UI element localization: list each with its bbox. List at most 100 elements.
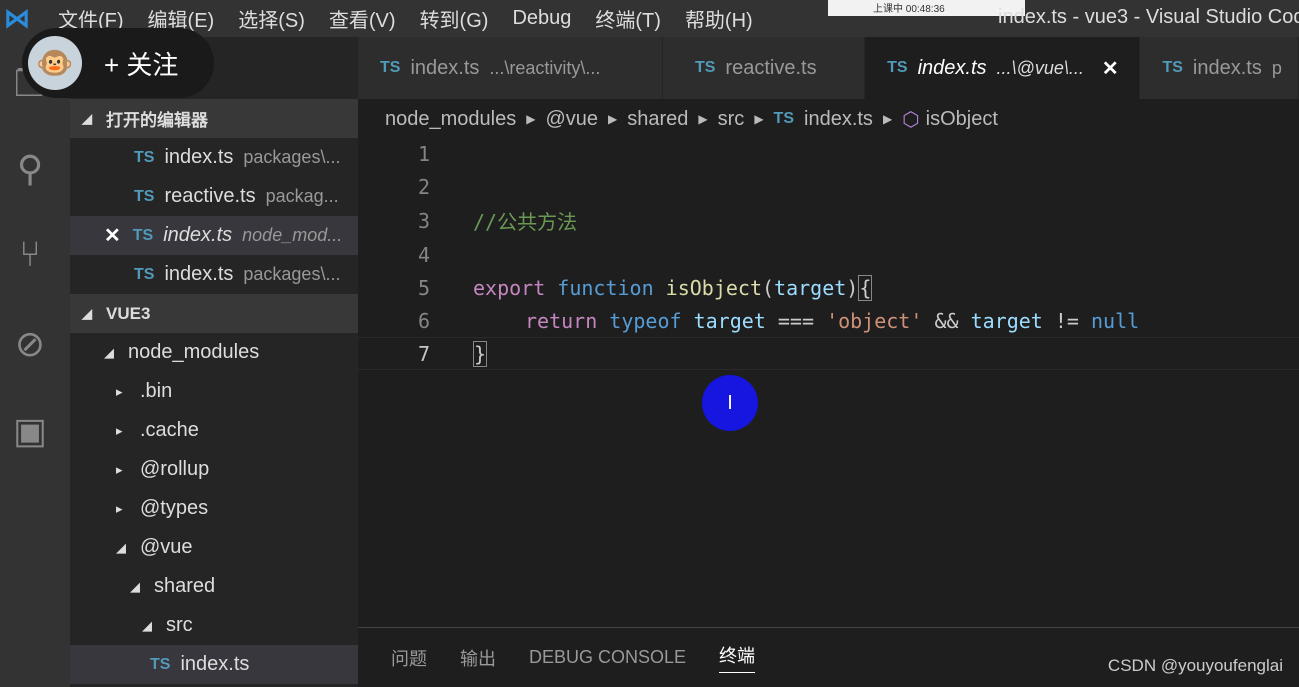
token: return <box>525 308 598 333</box>
breadcrumb-item[interactable]: shared <box>627 108 688 131</box>
line-number: 3 <box>417 208 430 233</box>
tab-reactive[interactable]: TS reactive.ts <box>662 37 866 99</box>
tab-index-other[interactable]: TS index.ts p <box>1140 37 1299 99</box>
code-line: 5 export function isObject(target){ <box>358 271 1299 304</box>
tab-path: ...\reactivity\... <box>489 57 601 78</box>
token: function <box>557 275 654 300</box>
file-name: reactive.ts <box>164 185 256 207</box>
ts-file-icon: TS <box>132 226 154 244</box>
tab-label: index.ts <box>410 56 480 79</box>
tree-file-active[interactable]: TS index.ts <box>70 645 358 684</box>
recording-indicator: 上课中 00:48:36 <box>828 0 1025 16</box>
breadcrumb-item[interactable]: @vue <box>545 108 598 131</box>
follow-label: + 关注 <box>104 49 179 80</box>
watermark: CSDN @youyoufenglai <box>1107 656 1283 675</box>
breadcrumb-item[interactable]: isObject <box>926 108 998 131</box>
ts-file-icon: TS <box>773 110 794 127</box>
explorer-sidebar: EXPLORER ◢打开的编辑器 TSindex.tspackages\... … <box>70 37 358 687</box>
ts-file-icon: TS <box>887 59 908 76</box>
tab-label: index.ts <box>917 56 987 79</box>
menu-go[interactable]: 转到(G) <box>420 4 489 33</box>
tree-folder[interactable]: ◢ @vue <box>70 528 358 567</box>
folder-name: @vue <box>140 536 193 558</box>
breadcrumb-item[interactable]: src <box>718 108 745 131</box>
code-line: 1 <box>358 137 1299 170</box>
close-icon[interactable]: ✕ <box>1102 56 1119 81</box>
token: && <box>934 308 959 333</box>
open-editor-item-active[interactable]: ✕ TS index.ts node_mod... <box>70 216 358 255</box>
section-label: 打开的编辑器 <box>106 111 208 130</box>
token: === <box>777 308 815 333</box>
avatar: 🐵 <box>28 36 82 90</box>
tab-path: p <box>1271 57 1282 78</box>
expand-icon: ◢ <box>116 539 126 555</box>
panel-tab-debug-console[interactable]: DEBUG CONSOLE <box>529 647 686 668</box>
code-line: 2 <box>358 170 1299 203</box>
tree-folder[interactable]: ◢ src <box>70 606 358 645</box>
folder-name: .cache <box>140 419 199 441</box>
token: typeof <box>609 308 682 333</box>
panel-tab-terminal[interactable]: 终端 <box>719 642 756 673</box>
tab-path: ...\@vue\... <box>996 57 1084 78</box>
section-label: VUE3 <box>106 303 151 323</box>
file-name: index.ts <box>180 653 250 675</box>
menu-terminal[interactable]: 终端(T) <box>595 4 661 33</box>
chevron-right-icon: ▶ <box>754 112 764 126</box>
tab-label: reactive.ts <box>725 56 817 79</box>
chevron-right-icon: ▶ <box>608 112 618 126</box>
breadcrumb-item[interactable]: index.ts <box>804 108 873 131</box>
open-editor-item[interactable]: TS index.ts packages\... <box>70 138 358 177</box>
code-text: export function isObject(target){ <box>473 274 873 301</box>
extensions-icon[interactable]: ▣ <box>8 409 52 453</box>
menu-help[interactable]: 帮助(H) <box>685 4 753 33</box>
tree-folder[interactable]: ▸ .bin <box>70 372 358 411</box>
code-comment: //公共方法 <box>473 210 578 234</box>
code-line-current: 7} <box>358 337 1299 370</box>
debug-icon[interactable]: ⊘ <box>8 322 52 366</box>
panel-tab-output[interactable]: 输出 <box>460 645 496 671</box>
tab-index-vue-active[interactable]: TS index.ts ...\@vue\... ✕ <box>865 37 1141 99</box>
menu-debug[interactable]: Debug <box>512 7 571 30</box>
chevron-right-icon: ▶ <box>526 112 536 126</box>
ts-file-icon: TS <box>1162 59 1183 76</box>
expand-icon: ◢ <box>82 110 92 126</box>
menu-view[interactable]: 查看(V) <box>329 4 396 33</box>
code-editor[interactable]: 1 2 3 //公共方法 4 5 export function isObject(… <box>358 137 1299 627</box>
file-name: index.ts <box>164 263 234 285</box>
token: null <box>1091 308 1140 333</box>
tree-folder[interactable]: ◢ shared <box>70 567 358 606</box>
close-icon[interactable]: ✕ <box>104 223 121 248</box>
token: ) <box>846 275 859 300</box>
code-line: 6 return typeof target === 'object' && ta… <box>358 304 1299 337</box>
search-icon[interactable]: ⚲ <box>8 147 52 191</box>
source-control-icon[interactable]: ⑂ <box>8 232 52 276</box>
line-number: 4 <box>417 242 430 267</box>
token: } <box>473 340 488 367</box>
code-line: 3 //公共方法 <box>358 204 1299 237</box>
chevron-right-icon: ▶ <box>698 112 708 126</box>
tree-folder[interactable]: ▸ .cache <box>70 411 358 450</box>
line-number: 2 <box>417 174 430 199</box>
chevron-right-icon: ▶ <box>882 112 893 126</box>
collapse-icon: ▸ <box>116 383 123 399</box>
file-name: index.ts <box>163 224 233 246</box>
breadcrumb: node_modules ▶ @vue ▶ shared ▶ src ▶ TS index… <box>358 99 1299 139</box>
breadcrumb-item[interactable]: node_modules <box>385 108 516 131</box>
tree-folder[interactable]: ▸ @rollup <box>70 450 358 489</box>
ts-file-icon: TS <box>694 59 716 76</box>
tab-index-reactivity[interactable]: TS index.ts ...\reactivity\... <box>358 37 663 99</box>
open-editor-item[interactable]: TS index.ts packages\... <box>70 255 358 294</box>
line-number: 5 <box>417 275 430 300</box>
open-editors-section[interactable]: ◢ 打开的编辑器 <box>70 99 358 138</box>
tree-folder[interactable]: ◢ node_modules <box>70 333 358 372</box>
folder-name: @rollup <box>140 458 210 480</box>
open-editor-item[interactable]: TS reactive.ts packag... <box>70 177 358 216</box>
panel-tab-problems[interactable]: 问题 <box>391 645 427 671</box>
file-path: node_mod... <box>242 225 343 245</box>
menu-selection[interactable]: 选择(S) <box>238 4 305 33</box>
collapse-icon: ▸ <box>116 422 123 438</box>
follow-button[interactable]: 🐵 + 关注 <box>22 28 214 98</box>
tree-folder[interactable]: ▸ @types <box>70 489 358 528</box>
file-path: packages\... <box>243 264 341 284</box>
project-section[interactable]: ◢ VUE3 <box>70 294 358 333</box>
